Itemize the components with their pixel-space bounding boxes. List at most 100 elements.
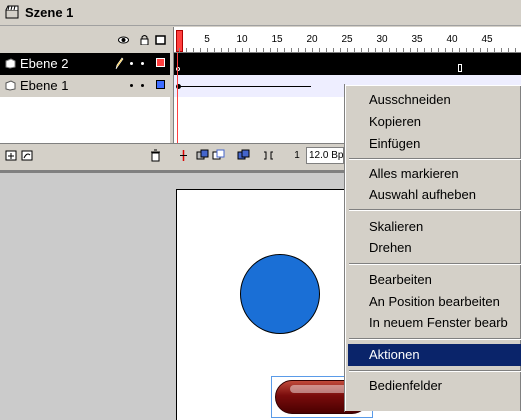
menu-item-bedienfelder[interactable]: Bedienfelder — [348, 375, 521, 397]
ruler-tick — [452, 48, 453, 52]
ruler-tick — [473, 48, 474, 52]
layer-row-ebene-2[interactable]: Ebene 2 — [0, 53, 170, 75]
ruler-tick — [403, 48, 404, 52]
menu-item-aktionen[interactable]: Aktionen — [348, 344, 521, 366]
menu-item-label: Aktionen — [369, 347, 420, 362]
layer-color-square[interactable] — [156, 80, 165, 89]
ruler-label: 45 — [481, 34, 493, 45]
menu-item-einfuegen[interactable]: Einfügen — [348, 133, 521, 155]
menu-item-ausschneiden[interactable]: Ausschneiden — [348, 89, 521, 111]
ruler-tick — [312, 48, 313, 52]
scene-title: Szene 1 — [25, 5, 74, 20]
ruler-tick — [424, 48, 425, 52]
ruler-label: 40 — [446, 34, 458, 45]
layer-icon — [5, 58, 16, 69]
ruler-label: 20 — [306, 34, 318, 45]
ruler-tick — [270, 48, 271, 52]
ruler-tick — [508, 48, 509, 52]
ruler-tick — [487, 48, 488, 52]
layer-icon — [5, 80, 16, 91]
blue-circle-shape[interactable] — [240, 254, 320, 334]
menu-separator — [349, 338, 521, 340]
ruler-tick — [459, 48, 460, 52]
trash-icon[interactable] — [149, 149, 162, 162]
menu-item-drehen[interactable]: Drehen — [348, 237, 521, 259]
ruler-tick — [368, 48, 369, 52]
menu-item-bearbeiten[interactable]: Bearbeiten — [348, 269, 521, 291]
lock-dot[interactable] — [141, 84, 144, 87]
ruler-tick — [228, 48, 229, 52]
ruler-tick — [319, 48, 320, 52]
add-guide-layer-icon[interactable] — [21, 149, 34, 162]
ruler-tick — [431, 48, 432, 52]
outline-icon[interactable] — [155, 35, 166, 45]
ruler-tick — [305, 48, 306, 52]
ruler-tick — [480, 48, 481, 52]
ruler-tick — [354, 48, 355, 52]
ruler-label: 30 — [376, 34, 388, 45]
layer-row-ebene-1[interactable]: Ebene 1 — [0, 75, 170, 97]
ruler-tick — [417, 48, 418, 52]
scene-title-bar: Szene 1 — [0, 0, 521, 26]
pencil-icon — [115, 57, 124, 70]
layer-name: Ebene 1 — [20, 78, 69, 93]
ruler-label: 35 — [411, 34, 423, 45]
menu-item-kopieren[interactable]: Kopieren — [348, 111, 521, 133]
visibility-dot[interactable] — [130, 84, 133, 87]
menu-item-label: Skalieren — [369, 219, 424, 234]
menu-item-skalieren[interactable]: Skalieren — [348, 216, 521, 238]
ruler-tick — [256, 48, 257, 52]
layer-color-square[interactable] — [156, 58, 165, 67]
menu-separator — [349, 209, 521, 211]
center-frame-icon[interactable] — [177, 149, 190, 162]
ruler-tick — [445, 48, 446, 52]
menu-item-an-position-bearbeiten[interactable]: An Position bearbeiten — [348, 291, 521, 313]
ruler-tick — [207, 48, 208, 52]
ruler-tick — [235, 48, 236, 52]
ruler-label: 5 — [204, 34, 210, 45]
ruler-tick — [382, 48, 383, 52]
ruler-tick — [494, 48, 495, 52]
onion-skin-icon[interactable] — [196, 149, 209, 162]
ruler-tick — [466, 48, 467, 52]
add-layer-icon[interactable] — [5, 149, 18, 162]
menu-item-label: Alles markieren — [369, 166, 459, 181]
context-menu: Ausschneiden Kopieren Einfügen Alles mar… — [344, 84, 521, 412]
ruler-tick — [333, 48, 334, 52]
ruler-tick — [396, 48, 397, 52]
menu-item-label: An Position bearbeiten — [369, 294, 500, 309]
ruler-tick — [179, 48, 180, 52]
visibility-dot[interactable] — [130, 62, 133, 65]
lock-icon[interactable] — [139, 35, 150, 45]
menu-separator — [349, 263, 521, 265]
edit-multiple-frames-icon[interactable] — [237, 149, 250, 162]
menu-item-label: Bearbeiten — [369, 272, 432, 287]
menu-item-label: Auswahl aufheben — [369, 187, 476, 202]
ruler-label: 25 — [341, 34, 353, 45]
menu-separator — [349, 158, 521, 160]
menu-item-in-neuem-fenster-bearbeiten[interactable]: In neuem Fenster bearb — [348, 312, 521, 334]
layer-header — [0, 27, 170, 53]
menu-item-alles-markieren[interactable]: Alles markieren — [348, 163, 521, 185]
ruler-label: 10 — [236, 34, 248, 45]
ruler-tick — [361, 48, 362, 52]
menu-item-label: Bedienfelder — [369, 378, 442, 393]
playhead-line — [177, 53, 178, 143]
ruler-tick — [326, 48, 327, 52]
modify-onion-markers-icon[interactable] — [262, 149, 275, 162]
frame-ruler[interactable]: 151015202530354045 — [173, 27, 521, 53]
frame-rate-display: 12.0 Bp — [306, 147, 344, 164]
onion-outline-icon[interactable] — [212, 149, 225, 162]
layer-name: Ebene 2 — [20, 56, 69, 71]
eye-icon[interactable] — [118, 35, 129, 45]
frame-row-ebene-2[interactable] — [173, 53, 521, 75]
layer-list-empty — [0, 97, 170, 143]
menu-item-label: Drehen — [369, 240, 412, 255]
frame-end-marker — [458, 64, 462, 72]
menu-item-auswahl-aufheben[interactable]: Auswahl aufheben — [348, 184, 521, 206]
lock-dot[interactable] — [141, 62, 144, 65]
menu-item-label: In neuem Fenster bearb — [369, 315, 508, 330]
menu-item-label: Kopieren — [369, 114, 422, 129]
current-frame-display: 1 — [294, 150, 300, 161]
ruler-label: 15 — [271, 34, 283, 45]
